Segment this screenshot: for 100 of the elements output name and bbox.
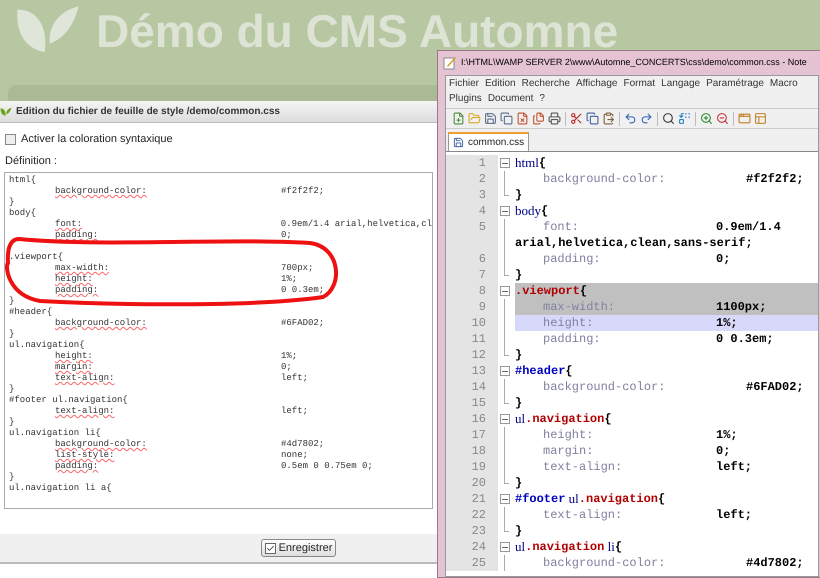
printer-icon[interactable]: [548, 112, 561, 125]
menu-item[interactable]: Macro: [770, 76, 798, 91]
css-value: 0;: [281, 362, 292, 373]
fold-end-icon: [504, 187, 509, 196]
checkbox-label: Activer la coloration syntaxique: [21, 132, 173, 147]
css-property: max-width:: [55, 263, 110, 274]
menu-item[interactable]: Edition: [485, 76, 516, 91]
fold-minus-icon[interactable]: [500, 158, 510, 168]
fold-minus-icon[interactable]: [500, 494, 510, 504]
zoom-in-icon[interactable]: [700, 112, 713, 125]
code-line: }: [515, 187, 524, 203]
code-textarea[interactable]: [4, 172, 433, 509]
line-number: 11: [446, 331, 498, 347]
undo-icon[interactable]: [624, 112, 637, 125]
file-tab[interactable]: common.css: [448, 132, 530, 151]
css-property: list-style:: [55, 450, 116, 461]
line-number: 24: [446, 539, 498, 555]
fold-minus-icon[interactable]: [500, 206, 510, 216]
fold-end-icon: [504, 395, 509, 404]
line-number: 1: [446, 155, 498, 171]
line-number: 12: [446, 347, 498, 363]
menu-item[interactable]: Recherche: [522, 76, 570, 91]
css-value: 0.9em/1.4 arial,helvetica,cl: [280, 219, 432, 230]
menu-item[interactable]: Format: [623, 76, 656, 91]
css-value: 1%;: [281, 274, 298, 285]
menu-item[interactable]: Fichier: [449, 76, 480, 91]
css-value: 0;: [281, 230, 292, 241]
menu-item[interactable]: Plugins: [449, 91, 482, 106]
copy-icon[interactable]: [586, 112, 599, 125]
scissors-icon[interactable]: [570, 112, 583, 125]
css-value: left;: [281, 373, 308, 384]
fold-end-icon: [504, 475, 509, 484]
redo-icon[interactable]: [640, 112, 653, 125]
line-number: 9: [446, 299, 498, 315]
replace-icon[interactable]: [678, 112, 691, 125]
code-line: #header{: [9, 307, 54, 318]
css-value: 700px;: [281, 263, 314, 274]
menu-item[interactable]: ?: [539, 91, 545, 106]
fold-end-icon: [504, 347, 509, 356]
code-line: }: [9, 384, 16, 395]
save-button[interactable]: Enregistrer: [260, 539, 336, 557]
fold-minus-icon[interactable]: [500, 542, 510, 552]
new-file-icon[interactable]: [452, 112, 465, 125]
paste-icon[interactable]: [602, 112, 615, 125]
line-number: 14: [446, 379, 498, 395]
close-file-icon[interactable]: [516, 112, 529, 125]
css-value: #4d7802;: [281, 439, 324, 450]
fold-line-icon: [504, 251, 505, 267]
line-number: 2: [446, 171, 498, 187]
css-value: #f2f2f2;: [281, 186, 324, 197]
menu-item[interactable]: Document: [488, 91, 534, 106]
line-number: 21: [446, 491, 498, 507]
css-property: background-color:: [55, 318, 148, 329]
line-number: 4: [446, 203, 498, 219]
fold-minus-icon[interactable]: [500, 366, 510, 376]
line-number: 8: [446, 283, 498, 299]
panels-icon[interactable]: [754, 112, 767, 125]
css-value: 0 0.3em;: [281, 285, 324, 296]
line-number: 6: [446, 251, 498, 267]
css-property: padding:: [55, 461, 100, 472]
code-line: .viewport{: [9, 252, 64, 263]
css-property: text-align:: [55, 373, 116, 384]
css-property: height:: [55, 274, 94, 285]
css-value: 1%;: [281, 351, 298, 362]
definition-label: Définition :: [5, 154, 57, 168]
leaf-icon: [0, 106, 12, 116]
css-property: font:: [55, 219, 84, 230]
code-line: }: [9, 417, 16, 428]
dialog-title: Edition du fichier de feuille de style /demo/common.css: [16, 105, 280, 119]
menu-item[interactable]: Paramétrage: [706, 76, 764, 91]
menu-item[interactable]: Affichage: [576, 76, 618, 91]
code-line: body{: [515, 203, 550, 219]
line-number: 10: [446, 315, 498, 331]
code-line: }: [515, 523, 524, 539]
line-number: 22: [446, 507, 498, 523]
fold-minus-icon[interactable]: [500, 286, 510, 296]
css-property: padding:: [55, 230, 100, 241]
code-line: #header{: [515, 363, 574, 379]
code-line: }: [515, 347, 524, 363]
css-property: background-color:: [55, 186, 148, 197]
checkbox[interactable]: [5, 134, 16, 145]
line-number: 15: [446, 395, 498, 411]
line-number: 16: [446, 411, 498, 427]
code-line: arial,helvetica,clean,sans-serif;: [515, 235, 753, 251]
save-icon[interactable]: [484, 112, 497, 125]
code-line: background-color: #f2f2f2;: [542, 171, 805, 187]
line-number: 18: [446, 443, 498, 459]
code-line: ul.navigation li{: [9, 428, 102, 439]
css-property: padding:: [55, 285, 100, 296]
css-value: left;: [281, 406, 308, 417]
code-editor[interactable]: [446, 151, 818, 576]
fold-minus-icon[interactable]: [500, 414, 510, 424]
menu-item[interactable]: Langage: [661, 76, 700, 91]
code-line: }: [9, 472, 16, 483]
window-icon[interactable]: [738, 112, 751, 125]
zoom-out-icon[interactable]: [716, 112, 729, 125]
search-icon[interactable]: [662, 112, 675, 125]
line-number: 25: [446, 555, 498, 571]
line-number: 13: [446, 363, 498, 379]
fold-line-icon: [504, 555, 505, 571]
